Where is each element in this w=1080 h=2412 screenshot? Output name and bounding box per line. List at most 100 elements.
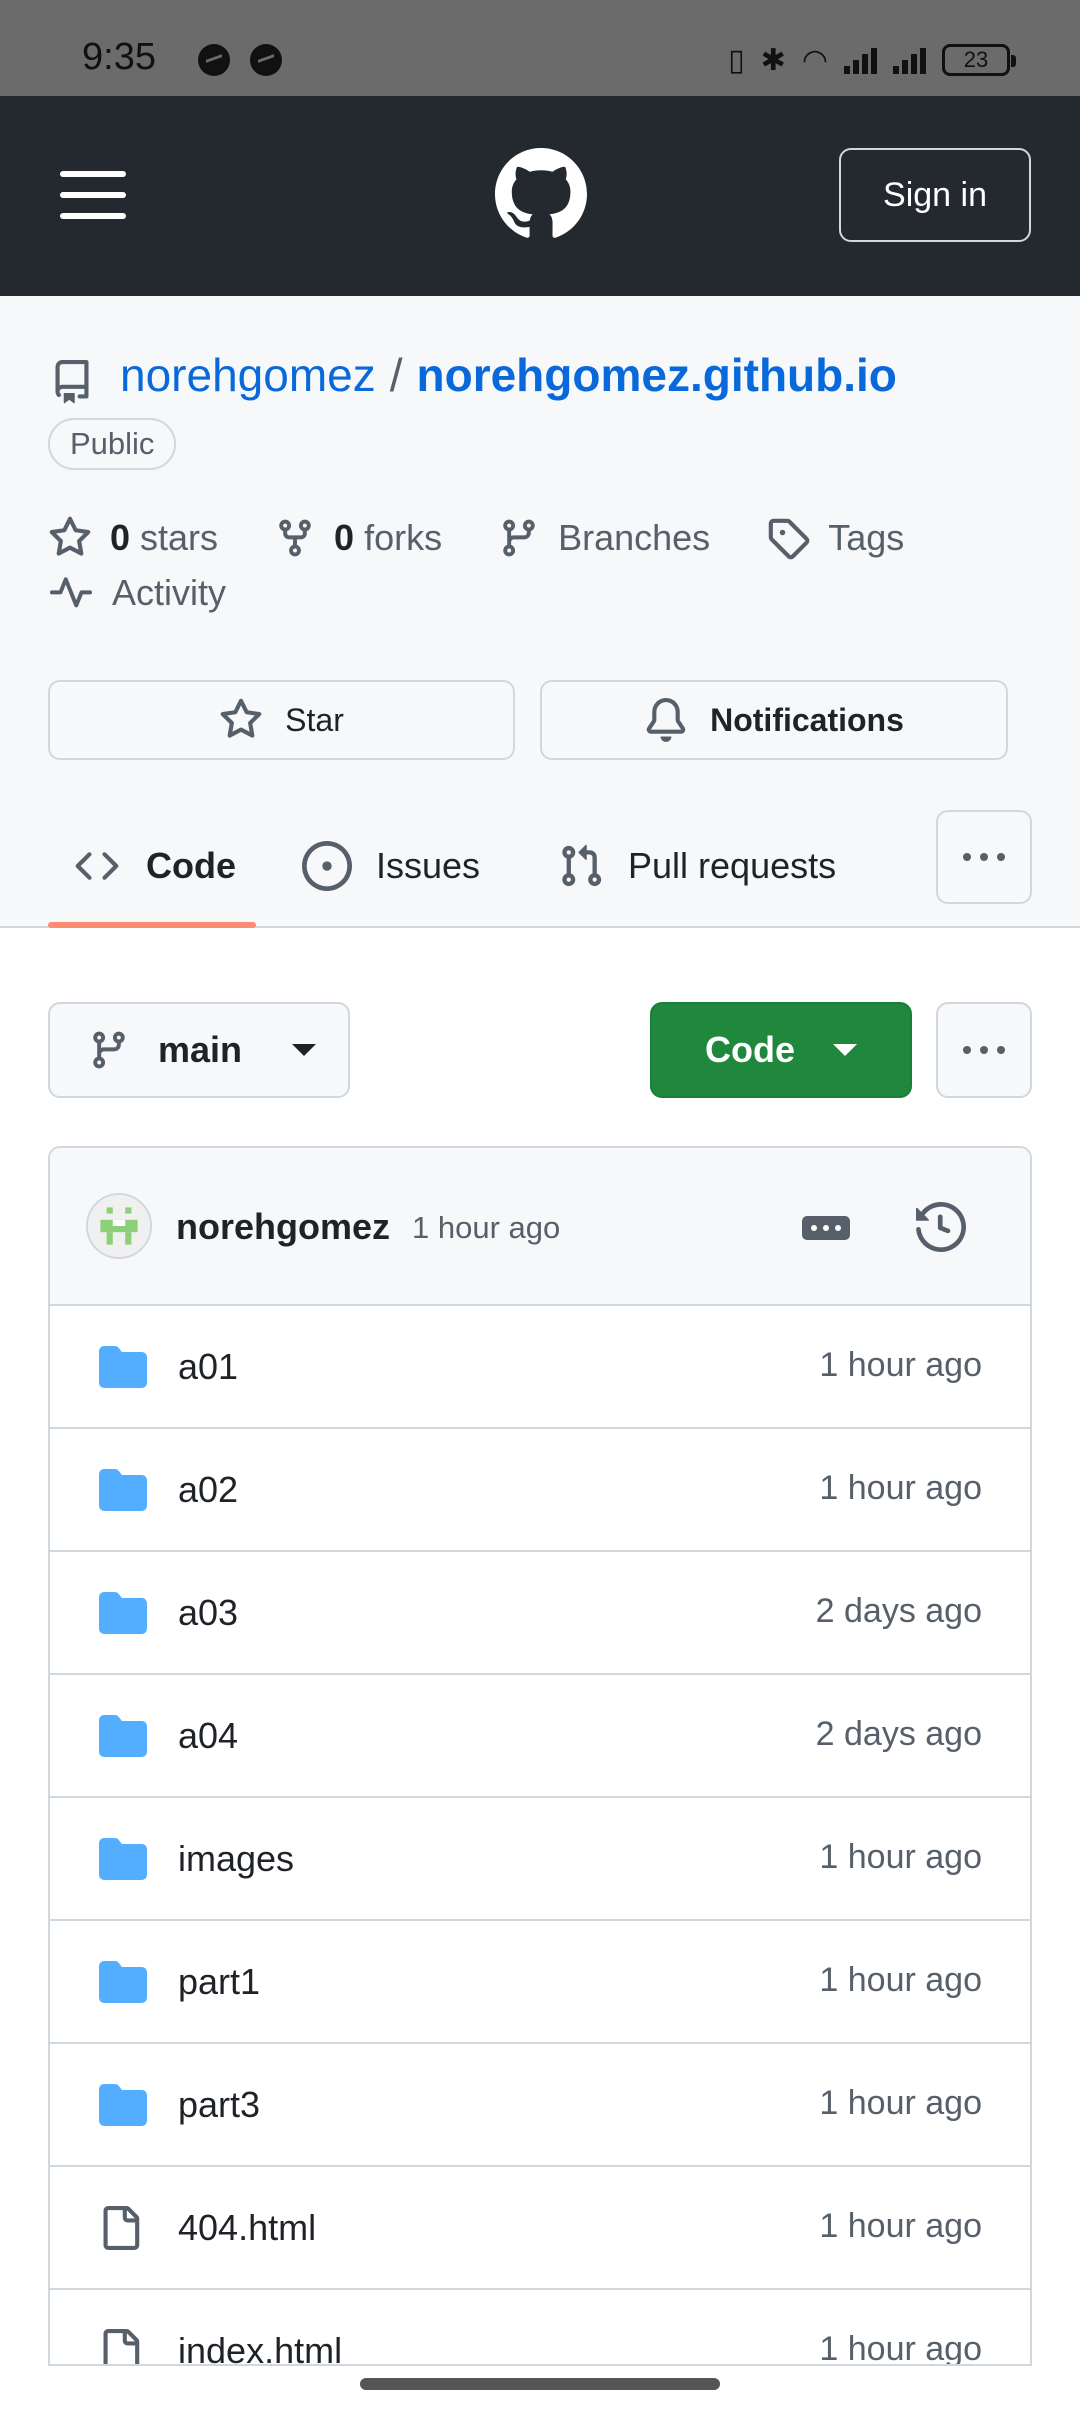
- issue-icon: [302, 841, 352, 891]
- file-row[interactable]: a01 1 hour ago: [50, 1306, 1030, 1429]
- stars-link[interactable]: 0 stars: [48, 516, 218, 560]
- file-row[interactable]: images 1 hour ago: [50, 1798, 1030, 1921]
- messenger-icon: [250, 44, 282, 76]
- more-options-button[interactable]: [936, 1002, 1032, 1098]
- tags-link[interactable]: Tags: [766, 516, 904, 560]
- repo-owner-link[interactable]: norehgomez: [120, 349, 376, 401]
- file-name-link[interactable]: part3: [178, 2084, 260, 2126]
- branch-icon: [93, 1031, 125, 1069]
- file-updated-time: 1 hour ago: [819, 2084, 982, 2122]
- bluetooth-icon: ✱: [760, 42, 786, 78]
- forks-link[interactable]: 0 forks: [274, 517, 442, 559]
- visibility-badge: Public: [48, 418, 177, 470]
- file-icon: [98, 2203, 142, 2258]
- chevron-down-icon: [833, 1044, 857, 1056]
- history-icon[interactable]: [916, 1202, 966, 1252]
- branch-selector[interactable]: main: [48, 1002, 350, 1098]
- file-updated-time: 1 hour ago: [819, 2330, 982, 2366]
- sign-in-button[interactable]: Sign in: [839, 148, 1031, 242]
- branch-name: main: [158, 1029, 243, 1070]
- file-icon: [98, 2326, 142, 2364]
- status-time: 9:35: [82, 36, 156, 78]
- folder-icon: [98, 1715, 148, 1762]
- github-logo-icon[interactable]: [495, 148, 587, 240]
- active-tab-indicator: [48, 922, 256, 928]
- stars-count: 0: [110, 517, 131, 558]
- messenger-icon: [198, 44, 230, 76]
- file-row[interactable]: 404.html 1 hour ago: [50, 2167, 1030, 2290]
- wifi-icon: ◠: [801, 42, 828, 78]
- tab-issues-label: Issues: [376, 845, 481, 886]
- activity-link[interactable]: Activity: [48, 572, 226, 614]
- file-name-link[interactable]: images: [178, 1838, 294, 1880]
- chevron-down-icon: [292, 1044, 317, 1056]
- folder-icon: [98, 1469, 148, 1516]
- repo-name-link[interactable]: norehgomez.github.io: [417, 349, 897, 401]
- notifications-button-label: Notifications: [710, 701, 904, 738]
- folder-icon: [98, 1961, 148, 2008]
- star-icon: [220, 698, 262, 738]
- file-updated-time: 2 days ago: [815, 1592, 982, 1630]
- status-icons: ▯ ✱ ◠ 23: [728, 42, 1016, 78]
- file-updated-time: 1 hour ago: [819, 2207, 982, 2245]
- bell-icon: [646, 698, 686, 742]
- repo-title: norehgomez / norehgomez.github.io: [120, 348, 897, 402]
- file-browser: norehgomez 1 hour ago a01 1 hour ago a02 1 …: [48, 1146, 1032, 2366]
- signal-icon: [844, 46, 877, 74]
- signal-icon: [893, 46, 926, 74]
- notifications-button[interactable]: Notifications: [540, 680, 1008, 760]
- fork-icon: [279, 519, 311, 557]
- file-name-link[interactable]: a03: [178, 1592, 238, 1634]
- star-button-label: Star: [285, 701, 344, 738]
- tab-pull-requests-label: Pull requests: [628, 845, 837, 886]
- file-row[interactable]: a02 1 hour ago: [50, 1429, 1030, 1552]
- file-name-link[interactable]: a02: [178, 1469, 238, 1511]
- latest-commit: norehgomez 1 hour ago: [50, 1148, 1030, 1306]
- commit-message-toggle[interactable]: [802, 1216, 850, 1240]
- file-name-link[interactable]: a04: [178, 1715, 238, 1757]
- file-updated-time: 2 days ago: [815, 1715, 982, 1753]
- home-indicator: [360, 2378, 720, 2390]
- tabs-more-button[interactable]: [936, 810, 1032, 904]
- file-name-link[interactable]: a01: [178, 1346, 238, 1388]
- star-icon: [49, 516, 91, 556]
- menu-icon[interactable]: [60, 171, 126, 219]
- file-row[interactable]: a03 2 days ago: [50, 1552, 1030, 1675]
- avatar[interactable]: [86, 1193, 152, 1259]
- activity-label: Activity: [112, 572, 227, 613]
- tab-pull-requests[interactable]: Pull requests: [558, 808, 836, 924]
- repo-header: norehgomez / norehgomez.github.io Public 0…: [0, 296, 1080, 928]
- file-name-link[interactable]: 404.html: [178, 2207, 316, 2249]
- file-row[interactable]: part1 1 hour ago: [50, 1921, 1030, 2044]
- commit-author[interactable]: norehgomez: [176, 1206, 390, 1248]
- pull-request-icon: [562, 844, 602, 887]
- folder-icon: [98, 1346, 148, 1393]
- tab-code[interactable]: Code: [72, 808, 236, 924]
- code-button[interactable]: Code: [650, 1002, 912, 1098]
- file-updated-time: 1 hour ago: [819, 1961, 982, 1999]
- vibrate-icon: ▯: [728, 42, 745, 78]
- battery-icon: 23: [942, 44, 1016, 76]
- repo-separator: /: [389, 349, 403, 401]
- file-name-link[interactable]: index.html: [178, 2330, 342, 2364]
- file-row[interactable]: index.html 1 hour ago: [50, 2290, 1030, 2366]
- pulse-icon: [50, 577, 92, 608]
- code-icon: [75, 852, 119, 880]
- tag-icon: [768, 518, 810, 560]
- folder-icon: [98, 2084, 148, 2131]
- identicon-icon: [88, 1195, 150, 1257]
- star-button[interactable]: Star: [48, 680, 515, 760]
- tags-label: Tags: [828, 517, 905, 558]
- file-row[interactable]: a04 2 days ago: [50, 1675, 1030, 1798]
- repo-icon: [55, 360, 89, 404]
- forks-count: 0: [334, 517, 355, 558]
- branches-link[interactable]: Branches: [498, 517, 710, 559]
- folder-icon: [98, 1592, 148, 1639]
- file-name-link[interactable]: part1: [178, 1961, 260, 2003]
- branch-icon: [503, 519, 535, 557]
- file-row[interactable]: part3 1 hour ago: [50, 2044, 1030, 2167]
- tab-issues[interactable]: Issues: [302, 808, 480, 924]
- repo-tabs: Code Issues Pull requests: [0, 808, 1080, 928]
- forks-label: forks: [364, 517, 443, 558]
- tab-code-label: Code: [146, 845, 236, 886]
